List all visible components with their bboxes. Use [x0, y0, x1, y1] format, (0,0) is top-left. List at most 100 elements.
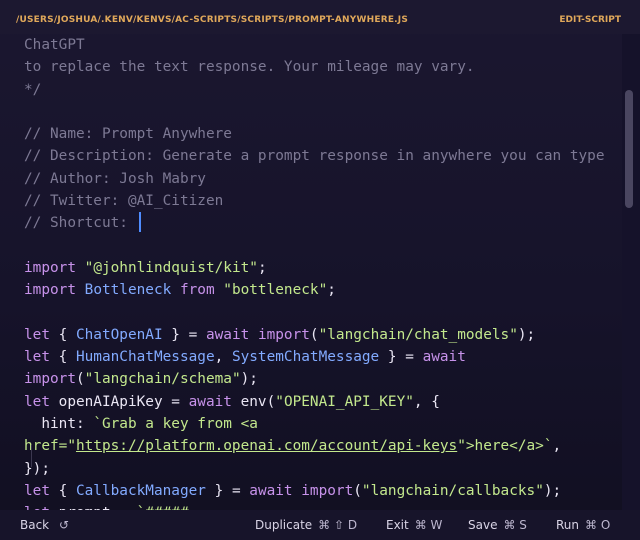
- code-token: from: [171, 282, 224, 299]
- code-token: let: [24, 482, 59, 499]
- code-line[interactable]: let prompt = `#####: [24, 502, 604, 510]
- text-cursor: [138, 212, 141, 233]
- save-label: Save: [468, 518, 498, 532]
- script-editor-window: /USERS/JOSHUA/.KENV/KENVS/AC-SCRIPTS/SCR…: [0, 0, 640, 540]
- code-token: import: [24, 259, 85, 276]
- code-line[interactable]: // Shortcut:: [24, 212, 604, 234]
- exit-label: Exit: [386, 518, 409, 532]
- scrollbar-thumb[interactable]: [625, 90, 633, 208]
- run-label: Run: [556, 518, 580, 532]
- exit-shortcut: ⌘ W: [414, 518, 443, 532]
- code-line[interactable]: hint: `Grab a key from <a: [24, 413, 604, 435]
- run-button[interactable]: Run ⌘ O: [556, 518, 610, 532]
- code-editor[interactable]: ChatGPT to replace the text response. You…: [0, 34, 622, 510]
- code-line[interactable]: import Bottleneck from "bottleneck";: [24, 279, 604, 301]
- code-token: } =: [205, 482, 250, 499]
- code-line[interactable]: [24, 235, 604, 257]
- code-token: =: [162, 393, 189, 410]
- code-token: {: [58, 326, 76, 343]
- file-path: /USERS/JOSHUA/.KENV/KENVS/AC-SCRIPTS/SCR…: [16, 15, 409, 25]
- code-token: https://platform.openai.com/account/api-…: [75, 438, 458, 455]
- code-token: await: [249, 482, 302, 499]
- code-line[interactable]: import("langchain/schema");: [24, 368, 604, 390]
- code-token: to replace the text response. Your milea…: [24, 59, 475, 76]
- code-token: // Twitter: @AI_Citizen: [24, 193, 224, 210]
- code-line[interactable]: let { ChatOpenAI } = await import("langc…: [24, 324, 604, 346]
- code-token: "langchain/callbacks": [361, 482, 544, 499]
- code-lines[interactable]: ChatGPT to replace the text response. You…: [24, 34, 604, 510]
- code-token: import: [24, 371, 76, 388]
- code-line[interactable]: to replace the text response. Your milea…: [24, 56, 604, 78]
- duplicate-label: Duplicate: [255, 518, 313, 532]
- code-token: ,: [214, 349, 232, 366]
- code-line[interactable]: // Twitter: @AI_Citizen: [24, 190, 604, 212]
- code-token: await: [205, 326, 258, 343]
- exit-button[interactable]: Exit ⌘ W: [386, 518, 442, 532]
- code-token: // Author: Josh Mabry: [24, 170, 206, 187]
- code-token: import: [301, 482, 354, 499]
- code-token: HumanChatMessage: [75, 349, 215, 366]
- back-button[interactable]: Back ↺: [20, 518, 69, 532]
- save-shortcut: ⌘ S: [503, 518, 527, 532]
- code-token: (: [353, 482, 362, 499]
- code-token: , {: [413, 393, 440, 410]
- code-token: ">here</a>`: [457, 438, 553, 455]
- code-token: Bottleneck: [84, 282, 172, 299]
- save-button[interactable]: Save ⌘ S: [468, 518, 527, 532]
- code-token: // Description: Generate a prompt respon…: [24, 148, 605, 165]
- indent-guide: [31, 445, 32, 467]
- code-token: CallbackManager: [75, 482, 206, 499]
- code-token: `Grab a key from <a: [93, 416, 258, 433]
- code-token: let: [24, 393, 59, 410]
- title-bar: /USERS/JOSHUA/.KENV/KENVS/AC-SCRIPTS/SCR…: [0, 0, 640, 34]
- code-line[interactable]: [24, 101, 604, 123]
- back-label: Back: [20, 518, 50, 532]
- code-line[interactable]: [24, 302, 604, 324]
- code-token: (: [309, 326, 319, 343]
- code-token: "OPENAI_API_KEY": [275, 393, 414, 410]
- code-token: await: [188, 393, 241, 410]
- code-line[interactable]: ChatGPT: [24, 34, 604, 56]
- code-token: let: [24, 349, 59, 366]
- code-token: } =: [162, 326, 206, 343]
- code-token: */: [24, 81, 42, 98]
- code-token: :: [75, 416, 94, 433]
- code-token: (: [75, 371, 85, 388]
- code-token: "@johnlindquist/kit": [84, 259, 258, 276]
- code-line[interactable]: // Description: Generate a prompt respon…: [24, 145, 604, 167]
- code-token: "langchain/schema": [84, 371, 241, 388]
- code-token: (: [266, 393, 276, 410]
- duplicate-shortcut: ⌘ ⇧ D: [318, 518, 358, 532]
- code-token: ;: [327, 282, 336, 299]
- code-line[interactable]: let openAIApiKey = await env("OPENAI_API…: [24, 391, 604, 413]
- code-line[interactable]: import "@johnlindquist/kit";: [24, 257, 604, 279]
- code-token: );: [543, 482, 562, 499]
- code-token: ;: [257, 259, 267, 276]
- duplicate-button[interactable]: Duplicate ⌘ ⇧ D: [255, 518, 357, 532]
- code-line[interactable]: // Name: Prompt Anywhere: [24, 123, 604, 145]
- run-shortcut: ⌘ O: [585, 518, 611, 532]
- code-token: let: [24, 326, 59, 343]
- code-token: ,: [552, 438, 562, 455]
- code-line[interactable]: // Author: Josh Mabry: [24, 168, 604, 190]
- code-token: import: [24, 282, 85, 299]
- code-token: {: [58, 349, 76, 366]
- code-token: openAIApiKey: [58, 393, 163, 410]
- code-token: });: [24, 460, 50, 477]
- code-token: {: [58, 482, 76, 499]
- code-token: );: [517, 326, 536, 343]
- code-token: } =: [379, 349, 423, 366]
- undo-icon: ↺: [58, 518, 70, 532]
- code-token: "langchain/chat_models": [318, 326, 518, 343]
- code-line[interactable]: let { CallbackManager } = await import("…: [24, 480, 604, 502]
- action-bar: Back ↺ Duplicate ⌘ ⇧ D Exit ⌘ W Save ⌘ S Ru…: [0, 510, 640, 540]
- code-token: ChatOpenAI: [75, 326, 163, 343]
- code-line[interactable]: let { HumanChatMessage, SystemChatMessag…: [24, 346, 604, 368]
- code-token: await: [422, 349, 466, 366]
- code-token: "bottleneck": [223, 282, 328, 299]
- code-token: hint: [24, 416, 76, 433]
- code-line[interactable]: href="https://platform.openai.com/accoun…: [24, 435, 604, 457]
- mode-label: EDIT-SCRIPT: [559, 15, 621, 25]
- code-line[interactable]: });: [24, 458, 604, 480]
- code-line[interactable]: */: [24, 79, 604, 101]
